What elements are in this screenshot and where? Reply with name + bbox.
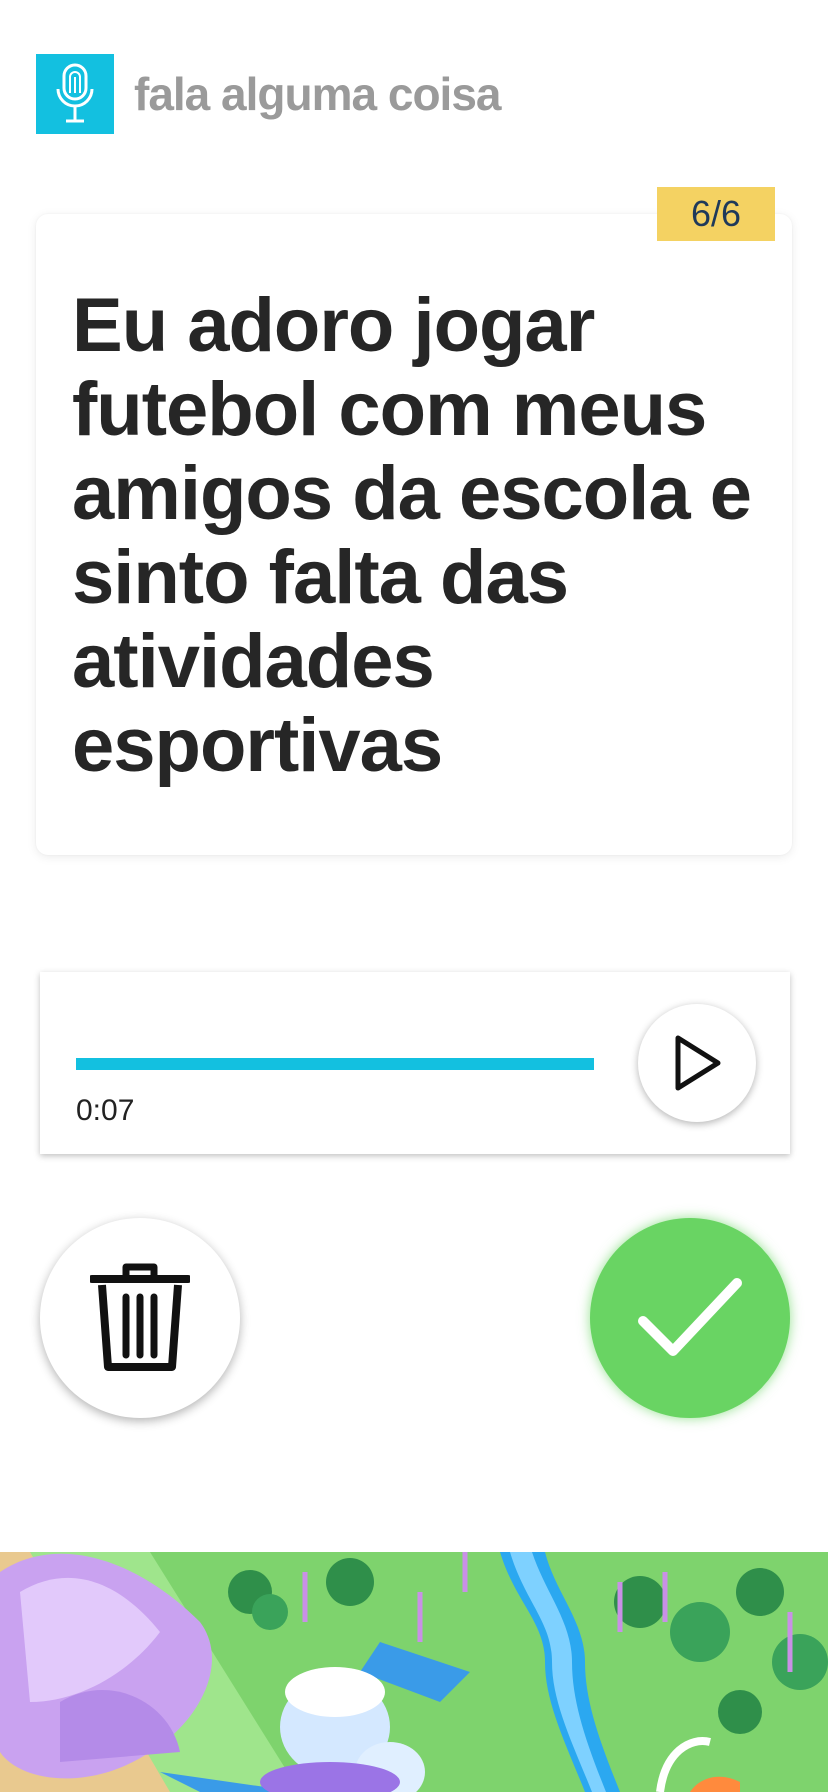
microphone-fingerprint-icon [56, 63, 94, 123]
delete-recording-button[interactable] [40, 1218, 240, 1418]
checkmark-icon [638, 1278, 742, 1356]
sentence-text: Eu adoro jogar futebol com meus amigos d… [72, 283, 752, 788]
playback-track[interactable] [76, 1058, 594, 1070]
app-logo [36, 54, 114, 134]
sentence-card: 6/6 Eu adoro jogar futebol com meus amig… [36, 187, 792, 855]
app-header: fala alguma coisa [36, 54, 501, 134]
audio-player: 0:07 [40, 972, 790, 1154]
decorative-landscape-illustration [0, 1552, 828, 1792]
play-button[interactable] [638, 1004, 756, 1122]
playback-progress [76, 1058, 594, 1070]
play-icon [675, 1035, 721, 1091]
confirm-recording-button[interactable] [590, 1218, 790, 1418]
trash-icon [90, 1263, 190, 1371]
progress-counter-badge: 6/6 [657, 187, 775, 241]
playback-time: 0:07 [76, 1094, 135, 1127]
app-title: fala alguma coisa [134, 68, 501, 120]
